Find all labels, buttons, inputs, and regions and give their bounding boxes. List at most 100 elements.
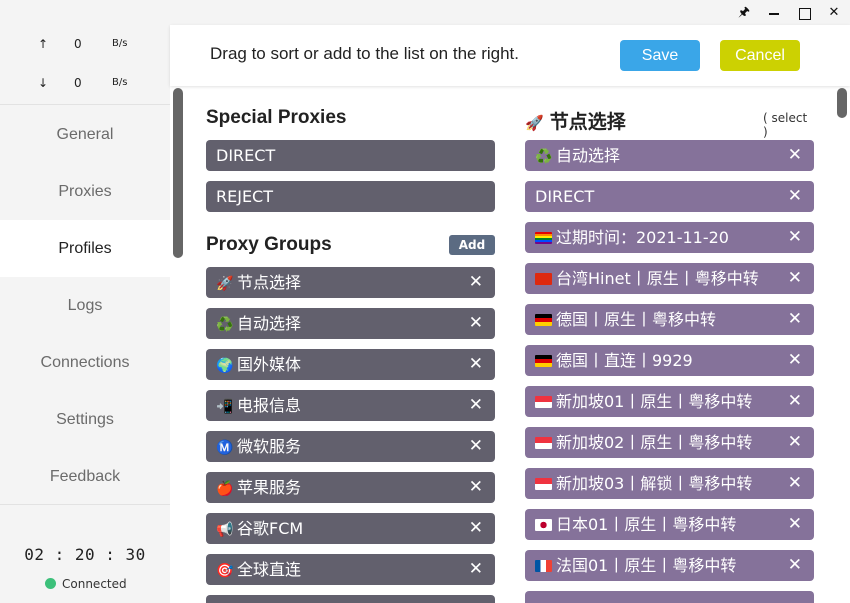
editor-content: Special Proxies DIRECT REJECT Proxy Grou… (170, 86, 850, 603)
sidebar-item-logs[interactable]: Logs (0, 277, 170, 334)
sidebar: ↑ 0 B/s ↓ 0 B/s General Proxies Profiles… (0, 25, 170, 603)
proxy-group-item[interactable] (206, 595, 495, 603)
rocket-icon: 🚀 (525, 115, 544, 132)
cancel-button[interactable]: Cancel (720, 40, 800, 71)
member-label: 台湾Hinet丨原生丨粤移中转 (556, 269, 759, 288)
member-item[interactable]: 过期时间：2021-11-20 ✕ (525, 222, 814, 253)
member-item[interactable]: 新加坡01丨原生丨粤移中转 ✕ (525, 386, 814, 417)
pin-icon[interactable]: 🖈 (734, 3, 754, 23)
remove-icon[interactable]: ✕ (469, 349, 483, 380)
group-title-label: 节点选择 (549, 112, 626, 133)
remove-icon[interactable]: ✕ (788, 222, 802, 253)
remove-icon[interactable]: ✕ (469, 431, 483, 462)
special-proxy-item[interactable]: REJECT (206, 181, 495, 212)
member-item[interactable]: 新加坡02丨原生丨粤移中转 ✕ (525, 427, 814, 458)
status-panel: 02 : 20 : 30 Connected (0, 504, 170, 603)
remove-icon[interactable]: ✕ (788, 140, 802, 171)
sidebar-item-connections[interactable]: Connections (0, 334, 170, 391)
member-label: 日本01丨原生丨粤移中转 (556, 515, 737, 534)
traffic-panel: ↑ 0 B/s ↓ 0 B/s (0, 25, 170, 105)
sidebar-item-settings[interactable]: Settings (0, 391, 170, 448)
member-item[interactable]: 台湾Hinet丨原生丨粤移中转 ✕ (525, 263, 814, 294)
member-item[interactable]: 日本01丨原生丨粤移中转 ✕ (525, 509, 814, 540)
proxy-group-item[interactable]: 🌍 国外媒体 ✕ (206, 349, 495, 380)
remove-icon[interactable]: ✕ (469, 513, 483, 544)
add-group-button[interactable]: Add (449, 235, 495, 255)
content-scrollbar[interactable] (837, 88, 847, 118)
rocket-icon: 🚀 (216, 276, 234, 292)
circled-m-icon: Ⓜ️ (216, 440, 234, 456)
member-item[interactable]: 德国丨直连丨9929 ✕ (525, 345, 814, 376)
remove-icon[interactable]: ✕ (469, 390, 483, 421)
connection-status-label: Connected (62, 577, 127, 591)
member-label: 自动选择 (556, 146, 621, 165)
download-arrow-icon: ↓ (38, 76, 49, 90)
member-item[interactable]: ♻️ 自动选择 ✕ (525, 140, 814, 171)
proxy-group-item[interactable]: 🍎 苹果服务 ✕ (206, 472, 495, 503)
france-flag-icon (535, 560, 552, 572)
singapore-flag-icon (535, 478, 552, 490)
special-proxy-item[interactable]: DIRECT (206, 140, 495, 171)
proxy-group-label: 全球直连 (237, 560, 302, 579)
upload-value: 0 (74, 37, 82, 51)
germany-flag-icon (535, 355, 552, 367)
proxy-group-item[interactable]: 🚀 节点选择 ✕ (206, 267, 495, 298)
proxy-group-item[interactable]: ♻️ 自动选择 ✕ (206, 308, 495, 339)
proxy-groups-title: Proxy Groups (206, 234, 332, 255)
member-item[interactable]: 德国丨原生丨粤移中转 ✕ (525, 304, 814, 335)
remove-icon[interactable]: ✕ (788, 304, 802, 335)
save-button[interactable]: Save (620, 40, 700, 71)
sidebar-item-proxies[interactable]: Proxies (0, 163, 170, 220)
maximize-icon[interactable] (794, 3, 814, 23)
remove-icon[interactable]: ✕ (788, 509, 802, 540)
sidebar-item-feedback[interactable]: Feedback (0, 448, 170, 505)
apple-icon: 🍎 (216, 481, 234, 497)
proxy-group-item[interactable]: 🎯 全球直连 ✕ (206, 554, 495, 585)
member-item[interactable]: 新加坡03丨解锁丨粤移中转 ✕ (525, 468, 814, 499)
remove-icon[interactable]: ✕ (788, 468, 802, 499)
remove-icon[interactable]: ✕ (788, 263, 802, 294)
remove-icon[interactable]: ✕ (469, 472, 483, 503)
remove-icon[interactable]: ✕ (788, 386, 802, 417)
remove-icon[interactable]: ✕ (469, 308, 483, 339)
remove-icon[interactable]: ✕ (788, 550, 802, 581)
singapore-flag-icon (535, 396, 552, 408)
proxy-group-label: 节点选择 (237, 273, 302, 292)
sidebar-menu: General Proxies Profiles Logs Connection… (0, 106, 170, 505)
minimize-icon[interactable] (764, 3, 784, 23)
sidebar-item-profiles[interactable]: Profiles (0, 220, 170, 277)
member-label: 新加坡02丨原生丨粤移中转 (556, 433, 753, 452)
recycle-icon: ♻️ (535, 149, 553, 165)
proxy-group-item[interactable]: 📲 电报信息 ✕ (206, 390, 495, 421)
member-label: DIRECT (535, 187, 595, 206)
remove-icon[interactable]: ✕ (788, 427, 802, 458)
remove-icon[interactable]: ✕ (469, 554, 483, 585)
member-item[interactable]: 法国01丨原生丨粤移中转 ✕ (525, 550, 814, 581)
proxy-group-label: 微软服务 (237, 437, 302, 456)
proxy-group-label: 谷歌FCM (237, 519, 304, 538)
connection-status: Connected (45, 577, 127, 591)
member-item[interactable] (525, 591, 814, 603)
upload-unit: B/s (112, 38, 128, 49)
proxy-group-item[interactable]: 📢 谷歌FCM ✕ (206, 513, 495, 544)
status-dot-icon (45, 578, 56, 589)
remove-icon[interactable]: ✕ (788, 181, 802, 212)
proxy-group-label: 自动选择 (237, 314, 302, 333)
member-item[interactable]: DIRECT ✕ (525, 181, 814, 212)
member-label: 新加坡03丨解锁丨粤移中转 (556, 474, 753, 493)
title-bar: 🖈 ✕ (0, 0, 850, 25)
mobile-arrow-icon: 📲 (216, 399, 234, 415)
special-proxy-label: REJECT (216, 187, 273, 206)
germany-flag-icon (535, 314, 552, 326)
sidebar-item-general[interactable]: General (0, 106, 170, 163)
megaphone-icon: 📢 (216, 522, 234, 538)
proxy-group-item[interactable]: Ⓜ️ 微软服务 ✕ (206, 431, 495, 462)
group-title: 🚀 节点选择 (525, 107, 626, 134)
download-speed: ↓ 0 B/s (0, 76, 170, 96)
remove-icon[interactable]: ✕ (788, 345, 802, 376)
member-label: 德国丨原生丨粤移中转 (556, 310, 717, 329)
close-icon[interactable]: ✕ (824, 3, 844, 23)
remove-icon[interactable]: ✕ (469, 267, 483, 298)
rainbow-flag-icon (535, 232, 552, 244)
special-proxies-title: Special Proxies (206, 107, 347, 128)
